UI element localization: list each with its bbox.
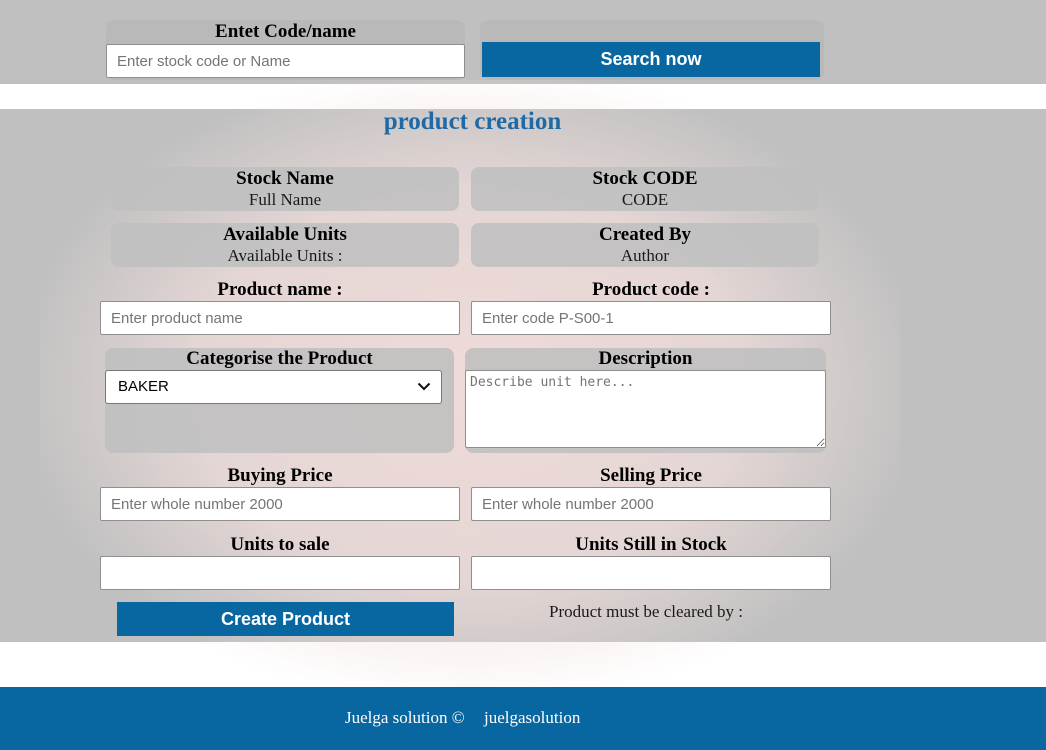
- selling-price-label: Selling Price: [600, 465, 702, 486]
- stock-code-label: Stock CODE: [592, 168, 698, 189]
- units-to-sale-input[interactable]: [100, 556, 460, 590]
- stock-name-value: Full Name: [248, 190, 322, 209]
- stock-code-value: CODE: [621, 190, 669, 209]
- footer-link[interactable]: juelgasolution: [484, 708, 580, 728]
- buying-price-input[interactable]: [100, 487, 460, 521]
- cleared-by-text: Product must be cleared by :: [548, 602, 744, 621]
- create-product-button[interactable]: Create Product: [117, 602, 454, 636]
- category-label: Categorise the Product: [186, 348, 373, 369]
- description-label: Description: [598, 348, 693, 369]
- stock-name-label: Stock Name: [236, 168, 334, 189]
- chevron-down-icon: [417, 382, 431, 391]
- product-name-label: Product name :: [217, 279, 343, 300]
- product-code-label: Product code :: [592, 279, 710, 300]
- units-in-stock-input[interactable]: [471, 556, 831, 590]
- created-by-value: Author: [620, 246, 670, 265]
- product-name-input[interactable]: [100, 301, 460, 335]
- units-to-sale-label: Units to sale: [230, 534, 330, 555]
- search-label: Entet Code/name: [215, 21, 356, 42]
- search-button[interactable]: Search now: [482, 42, 820, 77]
- section-title: product creation: [383, 108, 562, 135]
- category-select[interactable]: BAKER: [105, 370, 442, 404]
- available-units-value: Available Units :: [227, 246, 343, 265]
- description-textarea[interactable]: [465, 370, 826, 448]
- search-input[interactable]: [106, 44, 465, 78]
- buying-price-label: Buying Price: [227, 465, 333, 486]
- available-units-label: Available Units: [223, 224, 347, 245]
- category-selected-value: BAKER: [118, 378, 169, 395]
- selling-price-input[interactable]: [471, 487, 831, 521]
- product-code-input[interactable]: [471, 301, 831, 335]
- footer-copyright: Juelga solution ©: [345, 708, 465, 727]
- created-by-label: Created By: [599, 224, 691, 245]
- units-in-stock-label: Units Still in Stock: [575, 534, 727, 555]
